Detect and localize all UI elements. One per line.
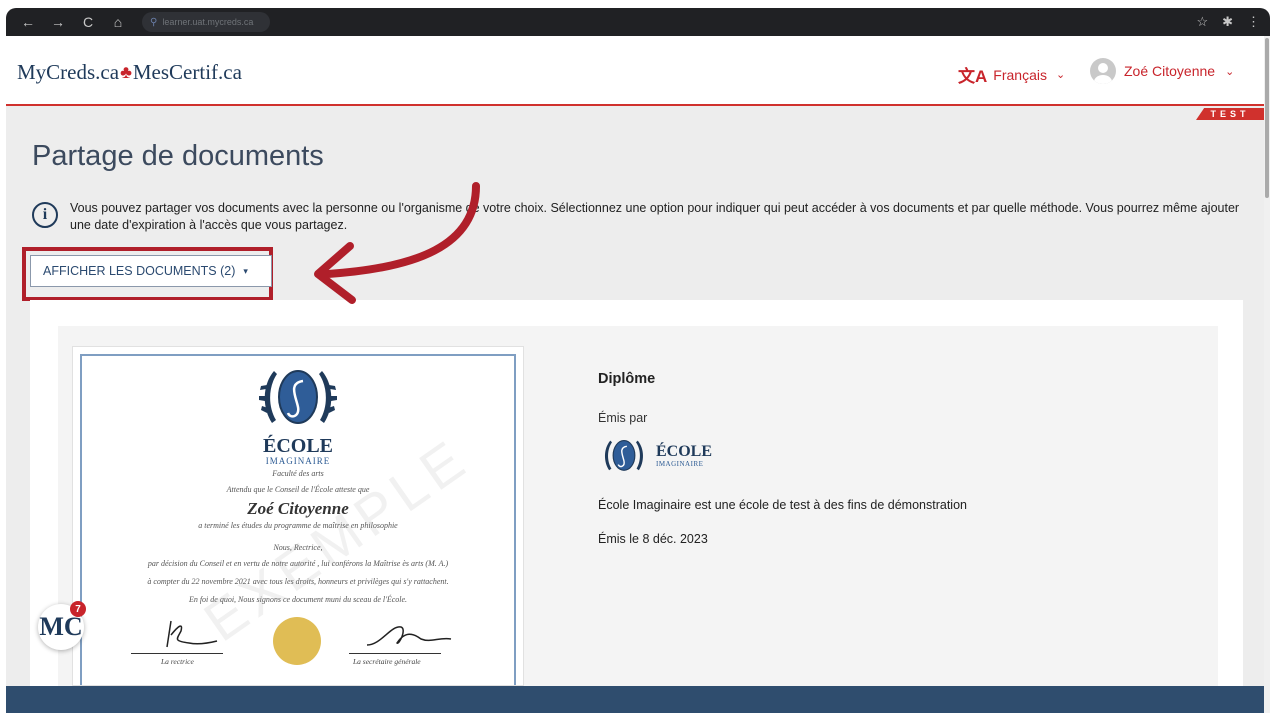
address-bar-url: learner.uat.mycreds.ca (162, 17, 254, 27)
issue-date: Émis le 8 déc. 2023 (598, 532, 708, 546)
chevron-down-icon: ⌄ (1225, 65, 1235, 78)
avatar (1090, 58, 1116, 84)
site-logo[interactable]: MyCreds.ca ♣ MesCertif.ca (17, 60, 242, 85)
issuer-name: ÉCOLE (656, 443, 713, 460)
school-crest-icon (604, 440, 644, 471)
reload-icon[interactable]: C (80, 14, 96, 30)
info-text: Vous pouvez partager vos documents avec … (70, 201, 1240, 232)
badge-notifications-button[interactable]: MC 7 (38, 601, 86, 650)
user-name: Zoé Citoyenne (1124, 63, 1216, 79)
logo-text-left: MyCreds.ca (17, 60, 120, 84)
signature-right-label: La secrétaire générale (353, 657, 421, 666)
signature-line (131, 653, 223, 654)
extension-icon[interactable]: ✱ (1222, 14, 1233, 30)
app-viewport: MyCreds.ca ♣ MesCertif.ca 文A Français ⌄ … (6, 36, 1270, 713)
signature-left-label: La rectrice (161, 657, 194, 666)
chevron-down-icon: ⌄ (1055, 69, 1066, 81)
diploma-preview[interactable]: ÉCOLE IMAGINAIRE Faculté des arts Attend… (72, 346, 524, 686)
credential-type: Diplôme (598, 371, 656, 387)
page-title: Partage de documents (32, 140, 324, 172)
user-menu[interactable]: Zoé Citoyenne ⌄ (1090, 58, 1234, 84)
issued-by-label: Émis par (598, 411, 648, 425)
language-label: Français (993, 66, 1047, 83)
browser-toolbar: ← → C ⌂ ⚲ learner.uat.mycreds.ca ☆ ✱ ⋮ (6, 8, 1270, 36)
show-documents-label: AFFICHER LES DOCUMENTS (2) (43, 264, 236, 278)
logo-text-right: MesCertif.ca (132, 60, 242, 84)
issuer-sub: IMAGINAIRE (656, 460, 704, 468)
environment-badge: TEST (1196, 108, 1264, 120)
bookmark-star-icon[interactable]: ☆ (1196, 14, 1208, 30)
info-icon: i (32, 202, 58, 228)
diploma-recipient: Zoé Citoyenne (247, 499, 349, 518)
scrollbar-thumb[interactable] (1265, 38, 1269, 198)
footer-bar (6, 686, 1270, 713)
signature-line (349, 653, 441, 654)
gold-seal (273, 617, 321, 665)
issuer-description: École Imaginaire est une école de test à… (598, 498, 967, 512)
translate-icon: 文A (958, 67, 988, 86)
language-selector[interactable]: 文A Français ⌄ (958, 62, 1065, 87)
credential-card: ÉCOLE IMAGINAIRE Faculté des arts Attend… (30, 300, 1243, 713)
site-info-icon[interactable]: ⚲ (150, 17, 157, 28)
address-bar[interactable]: ⚲ learner.uat.mycreds.ca (142, 12, 270, 32)
back-icon[interactable]: ← (20, 14, 36, 30)
chevron-down-icon: ▾ (243, 265, 248, 276)
signature-right (366, 626, 452, 646)
show-documents-button[interactable]: AFFICHER LES DOCUMENTS (2) ▾ (30, 255, 272, 287)
top-navigation: MyCreds.ca ♣ MesCertif.ca 文A Français ⌄ … (6, 36, 1264, 106)
forward-icon[interactable]: → (50, 14, 66, 30)
school-crest-icon (259, 370, 337, 424)
browser-menu-icon[interactable]: ⋮ (1247, 14, 1260, 30)
credential-panel: ÉCOLE IMAGINAIRE Faculté des arts Attend… (58, 326, 1218, 713)
home-icon[interactable]: ⌂ (110, 14, 126, 30)
info-notice: i Vous pouvez partager vos documents ave… (32, 200, 1242, 234)
notification-count: 7 (70, 601, 86, 617)
maple-leaf-icon: ♣ (120, 62, 132, 82)
scrollbar[interactable] (1264, 36, 1270, 713)
signature-left (166, 620, 218, 648)
issuer-logo: ÉCOLE IMAGINAIRE (598, 436, 712, 476)
